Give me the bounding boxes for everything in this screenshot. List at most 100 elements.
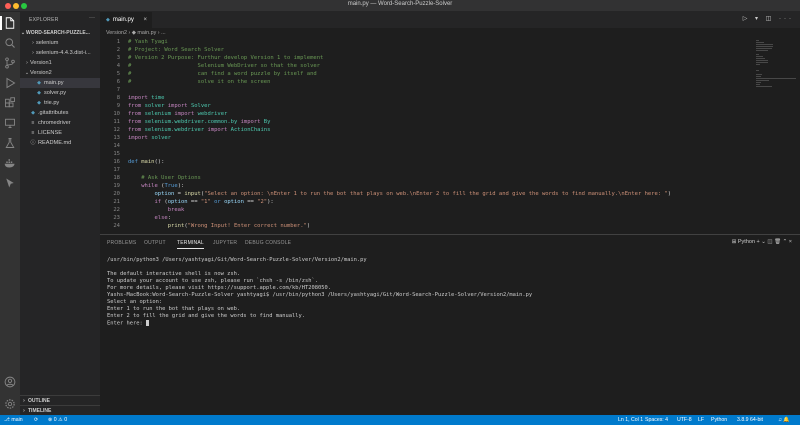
code-token: import: [128, 95, 148, 101]
python-file-icon: ◆: [106, 17, 110, 23]
explorer-more-icon[interactable]: ···: [89, 15, 95, 21]
tree-item[interactable]: ≡ LICENSE: [20, 128, 100, 138]
code-token: selenium.webdriver: [144, 127, 205, 133]
account-icon[interactable]: [3, 375, 17, 389]
feedback-icons[interactable]: ♫ 🔔: [778, 415, 790, 425]
minimap-line: [756, 40, 760, 41]
code-token: :: [167, 215, 172, 221]
extensions-icon[interactable]: [3, 96, 17, 110]
file-type-icon: ≡: [31, 120, 35, 126]
code-line: 15: [100, 150, 750, 158]
line-number: 19: [113, 183, 120, 189]
panel-tab-problems[interactable]: PROBLEMS: [107, 240, 136, 246]
tree-item[interactable]: › selenium-4.4.3.dist-i...: [20, 48, 100, 58]
line-number: 10: [113, 111, 120, 117]
tree-item[interactable]: ◆ .gitattributes: [20, 108, 100, 118]
panel-tab-debug-console[interactable]: DEBUG CONSOLE: [245, 240, 291, 246]
panel-tab-terminal[interactable]: TERMINAL: [177, 240, 204, 249]
terminal-line: To update your account to use zsh, pleas…: [107, 278, 787, 285]
branch-indicator[interactable]: ⎇ main: [4, 415, 23, 425]
testing-icon[interactable]: [3, 136, 17, 150]
terminal-cursor: [145, 320, 149, 326]
line-number: 6: [116, 79, 120, 85]
tab-main-py[interactable]: ◆ main.py ×: [100, 12, 152, 28]
tree-item[interactable]: › Version1: [20, 58, 100, 68]
tree-item[interactable]: ◆ main.py: [20, 78, 100, 88]
bottom-panel: PROBLEMS OUTPUT TERMINAL JUPYTER DEBUG CONSO…: [100, 234, 800, 415]
close-tab-icon[interactable]: ×: [143, 12, 147, 28]
tree-item[interactable]: › selenium: [20, 38, 100, 48]
tree-item[interactable]: ⓘ README.md: [20, 138, 100, 148]
code-line: 23 else:: [100, 214, 750, 222]
minimap-line: [756, 54, 760, 55]
source-control-icon[interactable]: [3, 56, 17, 70]
eol-indicator[interactable]: LF: [698, 415, 704, 425]
sync-icon[interactable]: ⟳: [34, 415, 38, 425]
minimap[interactable]: [752, 38, 800, 234]
kite-icon[interactable]: [3, 176, 17, 190]
code-line: 17: [100, 166, 750, 174]
docker-icon[interactable]: [3, 156, 17, 170]
language-mode[interactable]: Python: [711, 415, 727, 425]
remote-explorer-icon[interactable]: [3, 116, 17, 130]
tree-item-label: Version1: [30, 60, 52, 66]
minimap-line: [756, 80, 769, 81]
terminal-text: Enter here:: [107, 320, 146, 327]
tree-item-label: main.py: [44, 80, 64, 86]
minimap-line: [756, 50, 769, 51]
panel-tab-jupyter[interactable]: JUPYTER: [213, 240, 237, 246]
code-line: 20 option = input("Select an option: \nE…: [100, 190, 750, 198]
code-token: selenium.webdriver.common.by: [144, 119, 238, 125]
line-number: 14: [113, 143, 120, 149]
terminal-controls[interactable]: ⊞ Python + ⌄ ◫ 🗑 ⌃ ×: [732, 239, 792, 245]
code-token: ): [306, 223, 311, 229]
run-debug-icon[interactable]: [3, 76, 17, 90]
problems-indicator[interactable]: ⊗ 0 ⚠ 0: [48, 415, 67, 425]
timeline-section[interactable]: › TIMELINE: [20, 405, 100, 415]
line-number: 22: [113, 207, 120, 213]
editor-actions[interactable]: ▷ ▾ ◫ ···: [743, 15, 794, 22]
code-token: "Select an option: \nEnter 1 to run the …: [204, 191, 668, 197]
interpreter-indicator[interactable]: 3.8.9 64-bit: [737, 415, 763, 425]
minimap-line: [756, 44, 773, 45]
tree-item[interactable]: ≡ chromedriver: [20, 118, 100, 128]
file-type-icon: ◆: [37, 80, 41, 86]
tree-item[interactable]: ◆ trie.py: [20, 98, 100, 108]
minimap-line: [756, 70, 760, 71]
code-line: 16 def main():: [100, 158, 750, 166]
code-editor[interactable]: 1 # Yash Tyagi 2 # Project: Word Search Sol…: [100, 38, 750, 234]
files-icon[interactable]: [0, 16, 17, 30]
code-token: time: [151, 95, 165, 101]
tree-item[interactable]: ⌄Version2: [20, 68, 100, 78]
search-icon[interactable]: [3, 36, 17, 50]
project-folder[interactable]: ⌄WORD-SEARCH-PUZZLE...: [20, 28, 100, 38]
code-line: 8 import time: [100, 94, 750, 102]
title-bar: main.py — Word-Search-Puzzle-Solver: [0, 0, 800, 12]
outline-section[interactable]: › OUTLINE: [20, 395, 100, 405]
cursor-position[interactable]: Ln 1, Col 1: [618, 415, 643, 425]
settings-gear-icon[interactable]: [3, 397, 17, 411]
code-token: ): [667, 191, 672, 197]
line-number: 12: [113, 127, 120, 133]
code-token: else: [154, 215, 168, 221]
line-number: 7: [116, 87, 120, 93]
line-number: 24: [113, 223, 120, 229]
code-token: import: [174, 111, 195, 117]
panel-tab-output[interactable]: OUTPUT: [144, 240, 166, 246]
breadcrumb[interactable]: Version2 › ◆ main.py › ...: [100, 28, 800, 38]
code-line: 9 from solver import Solver: [100, 102, 750, 110]
encoding-indicator[interactable]: UTF-8: [677, 415, 692, 425]
minimap-line: [756, 42, 765, 43]
tree-item-label: README.md: [38, 140, 72, 146]
tree-item[interactable]: ◆ solver.py: [20, 88, 100, 98]
code-token: from: [128, 127, 142, 133]
indentation-indicator[interactable]: Spaces: 4: [645, 415, 668, 425]
code-line: 7: [100, 86, 750, 94]
code-token: By: [263, 119, 271, 125]
terminal-line: Yashs-MacBook:Word-Search-Puzzle-Solver …: [107, 292, 787, 299]
line-number: 3: [116, 55, 120, 61]
line-number: 8: [116, 95, 120, 101]
minimap-line: [756, 76, 761, 77]
terminal-output[interactable]: /usr/bin/python3 /Users/yashtyagi/Git/Wo…: [107, 257, 787, 327]
